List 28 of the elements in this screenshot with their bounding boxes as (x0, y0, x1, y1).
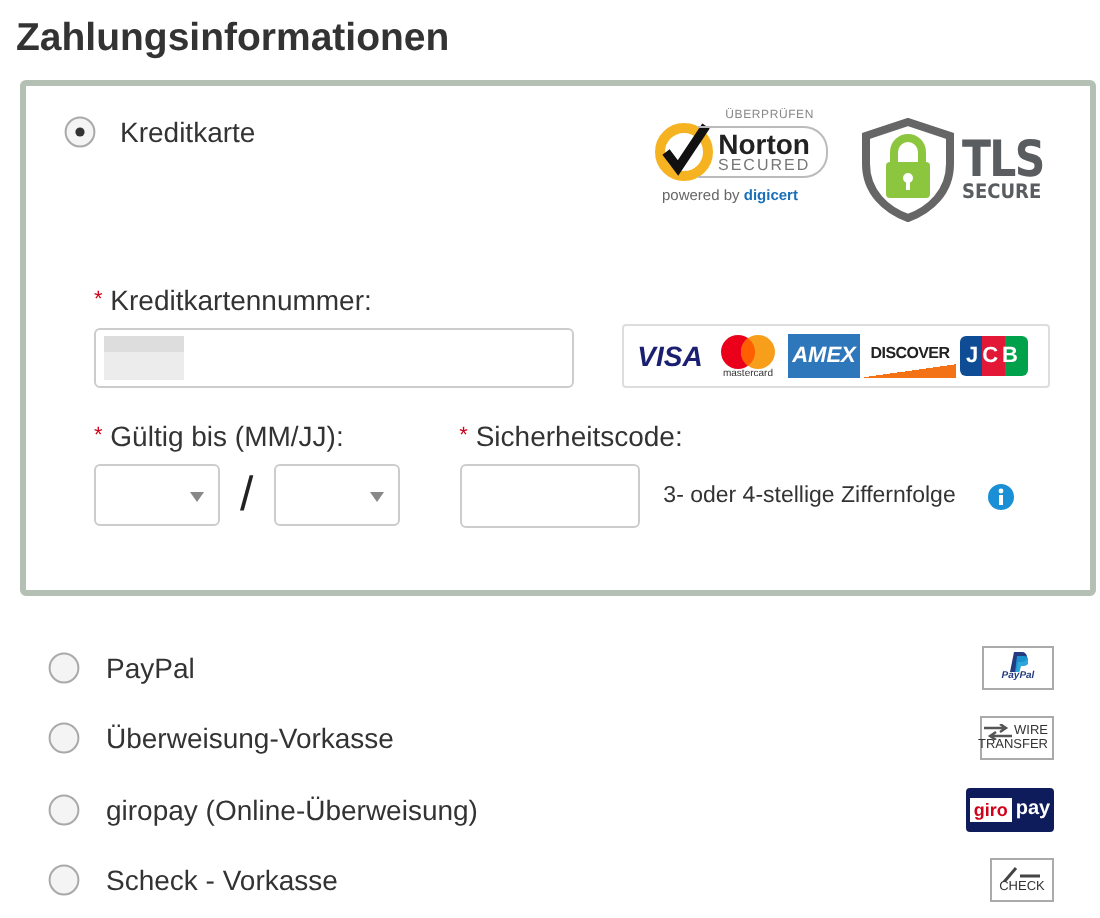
radio-button[interactable] (48, 864, 80, 897)
option-label[interactable]: Scheck - Vorkasse (106, 864, 338, 897)
option-label[interactable]: giropay (Online-Überweisung) (106, 793, 478, 826)
giropay-logo: giro pay (966, 787, 1054, 832)
year-select[interactable] (273, 464, 400, 526)
field-label: * Sicherheitscode: (459, 418, 685, 454)
visa-logo: VISA (635, 340, 705, 372)
section-title: Zahlungsinformationen (16, 14, 452, 62)
radio-button[interactable] (48, 722, 80, 755)
caret-icon (369, 492, 384, 502)
amex-logo: AMEX (788, 334, 860, 378)
info-icon[interactable] (987, 483, 1014, 509)
field-label: * Gültig bis (MM/JJ): (94, 418, 346, 454)
card-number-field[interactable] (94, 328, 574, 388)
hint-text: 3- oder 4-stellige Ziffernfolge (663, 484, 956, 508)
blurred-value (104, 336, 184, 380)
option-label[interactable]: Kreditkarte (120, 116, 256, 148)
tls-secure-badge: TLS SECURE (862, 118, 1058, 222)
security-code-field[interactable] (459, 464, 640, 528)
date-separator: / (238, 467, 256, 523)
option-label[interactable]: PayPal (106, 651, 195, 684)
radio-button[interactable] (64, 116, 96, 148)
month-select[interactable] (94, 464, 220, 526)
radio-button[interactable] (48, 651, 80, 684)
field-label: * Kreditkartennummer: (94, 282, 374, 318)
option-label[interactable]: Überweisung-Vorkasse (106, 722, 394, 755)
caret-icon (190, 492, 204, 502)
radio-button[interactable] (48, 793, 80, 826)
